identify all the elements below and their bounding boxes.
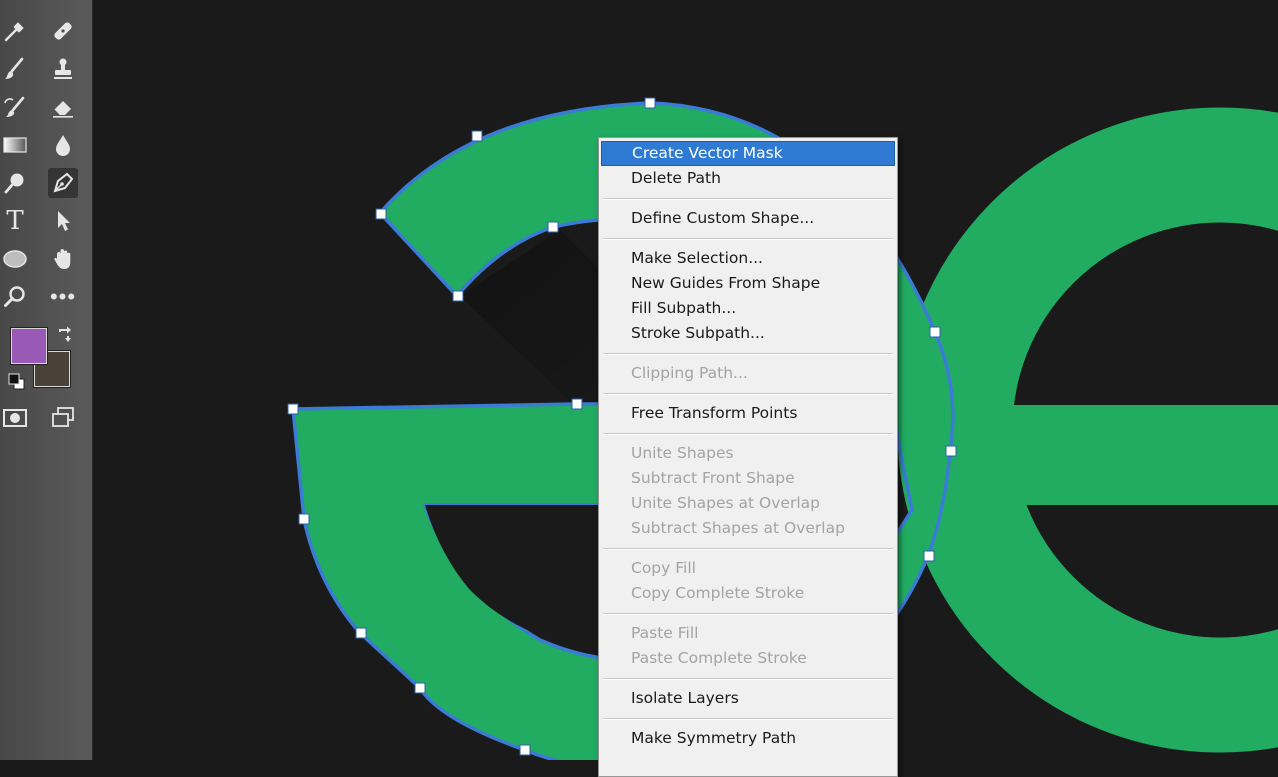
swap-colors-icon[interactable] — [55, 326, 73, 344]
menu-item-subtract-front-shape: Subtract Front Shape — [631, 469, 795, 487]
type-icon-glyph: T — [6, 206, 24, 236]
ellipse-icon[interactable] — [0, 244, 30, 274]
menu-separator — [603, 393, 893, 394]
menu-item-make-selection[interactable]: Make Selection... — [601, 246, 895, 271]
menu-separator — [603, 353, 893, 354]
menu-item-new-guides-from-shape[interactable]: New Guides From Shape — [601, 271, 895, 296]
menu-item-make-symmetry-path[interactable]: Make Symmetry Path — [601, 726, 895, 751]
more-tools-glyph: ••• — [49, 284, 77, 309]
foreground-color-swatch[interactable] — [11, 328, 47, 364]
menu-item-free-transform-points[interactable]: Free Transform Points — [601, 401, 895, 426]
menu-item-delete-path[interactable]: Delete Path — [601, 166, 895, 191]
menu-item-unite-shapes-at-overlap: Unite Shapes at Overlap — [631, 494, 820, 512]
dodge-icon[interactable] — [0, 168, 30, 198]
menu-separator — [603, 433, 893, 434]
menu-item-copy-fill: Copy Fill — [631, 559, 696, 577]
more-tools-icon[interactable]: ••• — [48, 282, 78, 312]
default-colors-icon[interactable] — [8, 373, 26, 391]
hand-icon[interactable] — [48, 244, 78, 274]
menu-separator — [603, 613, 893, 614]
quick-mask-icon[interactable] — [0, 403, 30, 433]
menu-separator — [603, 238, 893, 239]
brush-icon[interactable] — [0, 54, 30, 84]
clone-stamp-icon[interactable] — [48, 54, 78, 84]
pen-icon[interactable] — [48, 168, 78, 198]
document-canvas[interactable]: Create Vector Mask Delete Path Define Cu… — [93, 0, 1278, 777]
menu-item-isolate-layers[interactable]: Isolate Layers — [601, 686, 895, 711]
type-icon[interactable]: T — [0, 206, 30, 236]
tools-panel: T ••• — [0, 0, 93, 760]
healing-brush-icon[interactable] — [48, 16, 78, 46]
menu-item-copy-complete-stroke: Copy Complete Stroke — [631, 584, 805, 602]
menu-item-fill-subpath[interactable]: Fill Subpath... — [601, 296, 895, 321]
menu-separator — [603, 198, 893, 199]
screen-mode-icon[interactable] — [48, 403, 78, 433]
menu-item-define-custom-shape[interactable]: Define Custom Shape... — [601, 206, 895, 231]
menu-item-paste-complete-stroke: Paste Complete Stroke — [631, 649, 807, 667]
menu-separator — [603, 678, 893, 679]
menu-item-paste-fill: Paste Fill — [631, 624, 699, 642]
menu-separator — [603, 718, 893, 719]
menu-item-subtract-shapes-at-overlap: Subtract Shapes at Overlap — [631, 519, 845, 537]
letter-e-shape — [897, 107, 1278, 753]
zoom-icon[interactable] — [0, 282, 30, 312]
path-selection-icon[interactable] — [48, 206, 78, 236]
menu-item-clipping-path: Clipping Path... — [631, 364, 748, 382]
gradient-icon[interactable] — [0, 130, 30, 160]
menu-separator — [603, 548, 893, 549]
path-context-menu: Create Vector Mask Delete Path Define Cu… — [598, 137, 898, 777]
menu-item-stroke-subpath[interactable]: Stroke Subpath... — [601, 321, 895, 346]
blur-icon[interactable] — [48, 130, 78, 160]
menu-item-unite-shapes: Unite Shapes — [631, 444, 734, 462]
history-brush-icon[interactable] — [0, 92, 30, 122]
eyedropper-icon[interactable] — [0, 16, 30, 46]
eraser-icon[interactable] — [48, 92, 78, 122]
menu-item-create-vector-mask[interactable]: Create Vector Mask — [601, 141, 895, 166]
